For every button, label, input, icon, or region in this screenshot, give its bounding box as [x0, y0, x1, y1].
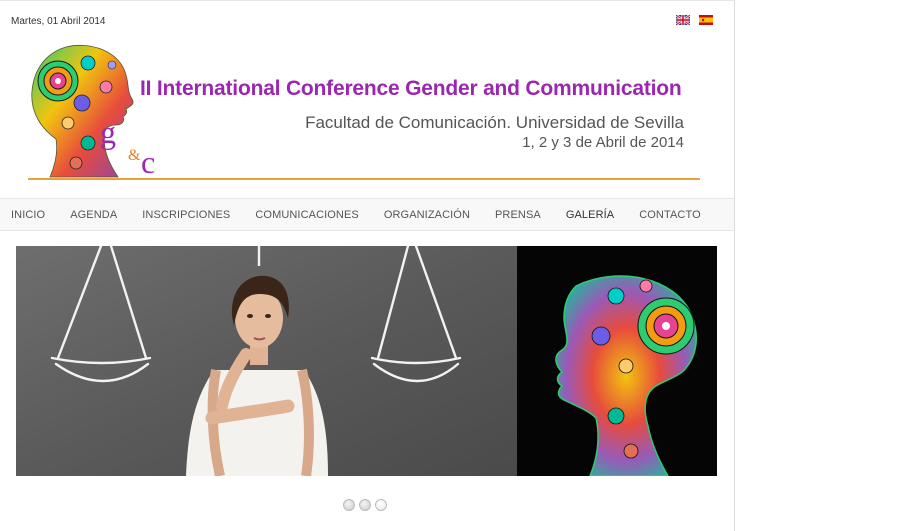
conference-dates: 1, 2 y 3 de Abril de 2014: [522, 134, 684, 151]
logo-ampersand: &: [128, 147, 141, 164]
nav-item-agenda[interactable]: AGENDA: [70, 209, 117, 221]
hero-slide-image: [16, 246, 717, 476]
conference-venue: Facultad de Comunicación. Universidad de…: [305, 113, 684, 132]
slider-dot-3[interactable]: [375, 499, 387, 511]
slider-pagination: [343, 499, 387, 511]
logo-letter-g: g: [100, 114, 116, 150]
spain-flag-icon[interactable]: [699, 15, 713, 25]
hero-slider: [16, 246, 717, 476]
slider-dot-1[interactable]: [343, 499, 355, 511]
header-divider: [28, 178, 700, 180]
uk-flag-icon[interactable]: [676, 15, 690, 25]
nav-item-prensa[interactable]: PRENSA: [495, 209, 541, 221]
main-navigation: INICIO AGENDA INSCRIPCIONES COMUNICACION…: [0, 198, 734, 231]
nav-item-galeria[interactable]: GALERÍA: [566, 209, 614, 221]
page: Martes, 01 Abril 2014 g & c II Internati…: [0, 0, 735, 531]
nav-item-comunicaciones[interactable]: COMUNICACIONES: [255, 209, 358, 221]
nav-item-organizacion[interactable]: ORGANIZACIÓN: [384, 209, 470, 221]
language-switcher: [676, 15, 713, 25]
logo-letter-c: c: [141, 144, 155, 180]
nav-item-contacto[interactable]: CONTACTO: [639, 209, 701, 221]
nav-item-inicio[interactable]: INICIO: [11, 209, 45, 221]
conference-logo: g & c: [31, 44, 155, 180]
slider-dot-2[interactable]: [359, 499, 371, 511]
current-date: Martes, 01 Abril 2014: [11, 16, 106, 27]
nav-item-inscripciones[interactable]: INSCRIPCIONES: [142, 209, 230, 221]
conference-title: II International Conference Gender and C…: [140, 77, 682, 100]
